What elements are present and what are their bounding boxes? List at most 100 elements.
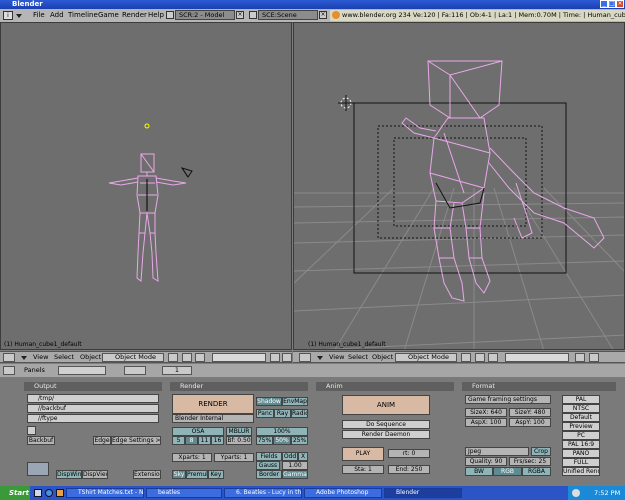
render-daemon-toggle[interactable]: Render Daemon [342, 430, 430, 439]
mode-select-2[interactable]: Object Mode [395, 353, 457, 362]
output-path-field[interactable]: /tmp/ [27, 394, 159, 403]
do-sequence-toggle[interactable]: Do Sequence [342, 420, 430, 429]
draw-type-icon[interactable] [168, 353, 178, 362]
lock-layers-icon[interactable] [270, 353, 280, 362]
game-framing-button[interactable]: Game framing settings [465, 395, 551, 404]
rgba-toggle[interactable]: RGBA [522, 467, 551, 476]
envmap-toggle[interactable]: EnvMap [282, 397, 308, 406]
taskbar-item-blender[interactable]: Blender [384, 488, 462, 498]
pano-toggle[interactable]: Panc [256, 409, 274, 418]
lock-layers-icon-2[interactable] [575, 353, 585, 362]
render-preview-icon-2[interactable] [589, 353, 599, 362]
header-collapse-icon-2[interactable] [317, 356, 323, 360]
osa-8[interactable]: 8 [185, 436, 198, 445]
preset-pc[interactable]: PC [562, 431, 600, 440]
menu-object[interactable]: Object [80, 353, 101, 362]
layer-buttons-2[interactable] [505, 353, 569, 362]
mblur-toggle[interactable]: MBLUR [226, 427, 252, 436]
screen-field[interactable]: SCR:2 - Model [175, 10, 235, 20]
bw-toggle[interactable]: BW [465, 467, 493, 476]
manipulator-icon[interactable] [195, 353, 205, 362]
radio-toggle[interactable]: Radio [291, 409, 308, 418]
preset-pano[interactable]: PANO [562, 449, 600, 458]
edge-settings-button[interactable]: Edge Settings >> [111, 436, 161, 445]
scene-browse-icon[interactable] [249, 11, 257, 19]
manipulator-icon-2[interactable] [488, 353, 498, 362]
rt-field[interactable]: rt: 0 [388, 449, 430, 458]
window-type-icon[interactable] [3, 353, 15, 362]
pivot-icon[interactable] [182, 353, 192, 362]
close-icon[interactable]: × [616, 0, 624, 8]
maximize-icon[interactable]: □ [608, 0, 616, 8]
x-toggle[interactable]: X [298, 452, 308, 461]
shadow-toggle[interactable]: Shadow [256, 397, 282, 406]
ftype-path-field[interactable]: //ftype [27, 414, 159, 423]
header-collapse-icon[interactable] [21, 356, 27, 360]
menu-add[interactable]: Add [50, 11, 64, 20]
menu-select-2[interactable]: Select [348, 353, 368, 362]
buttons-window-type-icon[interactable] [3, 366, 15, 375]
gamma-toggle[interactable]: Gamma [282, 470, 308, 479]
menu-object-2[interactable]: Object [372, 353, 393, 362]
unified-renderer-toggle[interactable]: Unified Rende [562, 467, 600, 476]
preset-full[interactable]: FULL [562, 458, 600, 467]
menu-render[interactable]: Render [122, 11, 147, 20]
menu-select[interactable]: Select [54, 353, 74, 362]
viewport-camera[interactable]: (1) Human_cube1_default [293, 22, 625, 350]
preset-ntsc[interactable]: NTSC [562, 404, 600, 413]
screen-delete-icon[interactable]: × [236, 11, 244, 19]
taskbar-item-beatles[interactable]: beatles [146, 488, 222, 498]
osa-16[interactable]: 16 [211, 436, 224, 445]
osa-5[interactable]: 5 [172, 436, 185, 445]
preset-preview[interactable]: Preview [562, 422, 600, 431]
size-75-button[interactable]: 75% [256, 436, 273, 445]
scene-field[interactable]: SCE:Scene [258, 10, 318, 20]
backbuf-path-field[interactable]: //backbuf [27, 404, 159, 413]
menu-view[interactable]: View [33, 353, 48, 362]
preset-default[interactable]: Default [562, 413, 600, 422]
menu-view-2[interactable]: View [329, 353, 344, 362]
draw-type-icon-2[interactable] [461, 353, 471, 362]
render-engine-select[interactable]: Blender Internal [172, 414, 254, 423]
xparts-field[interactable]: Xparts: 1 [172, 453, 212, 462]
taskbar-item-lucy[interactable]: 6. Beatles - Lucy in the sk... [224, 488, 302, 498]
scene-delete-icon[interactable]: × [319, 11, 327, 19]
sizey-field[interactable]: SizeY: 480 [509, 408, 551, 417]
preset-pal169[interactable]: PAL 16:9 [562, 440, 600, 449]
aspx-field[interactable]: AspX: 100 [465, 418, 507, 427]
pivot-icon-2[interactable] [475, 353, 485, 362]
sky-toggle[interactable]: Sky [172, 470, 186, 479]
ray-toggle[interactable]: Ray [274, 409, 291, 418]
size-50-button[interactable]: 50% [273, 436, 291, 445]
menu-game[interactable]: Game [98, 11, 119, 20]
osa-11[interactable]: 11 [198, 436, 211, 445]
window-type-icon-2[interactable] [299, 353, 311, 362]
volume-icon[interactable] [572, 489, 580, 497]
premul-toggle[interactable]: Premul [186, 470, 208, 479]
preset-pal[interactable]: PAL [562, 395, 600, 404]
taskbar-item-notepad[interactable]: TShirt Matches.txt - Note... [66, 488, 144, 498]
render-button[interactable]: RENDER [172, 394, 254, 414]
menu-panels[interactable]: Panels [24, 366, 45, 375]
context-buttons[interactable] [58, 366, 106, 375]
output-toggle[interactable] [27, 426, 36, 435]
odd-toggle[interactable]: Odd [282, 452, 298, 461]
menu-file[interactable]: File [33, 11, 45, 20]
edge-button[interactable]: Edge [93, 436, 111, 445]
dispwin-button[interactable]: DispWin [56, 470, 82, 479]
info-icon[interactable]: i [3, 11, 13, 20]
layer-buttons[interactable] [212, 353, 266, 362]
rgb-toggle[interactable]: RGB [493, 467, 522, 476]
yparts-field[interactable]: Yparts: 1 [214, 453, 254, 462]
file-format-select[interactable]: Jpeg [465, 447, 529, 456]
aspy-field[interactable]: AspY: 100 [509, 418, 551, 427]
quality-field[interactable]: Quality: 90 [465, 457, 507, 466]
start-button[interactable]: Start [0, 486, 30, 500]
screen-browse-icon[interactable] [166, 11, 174, 19]
key-toggle[interactable]: Key [208, 470, 224, 479]
border-toggle[interactable]: Border [256, 470, 282, 479]
menu-timeline[interactable]: Timeline [68, 11, 98, 20]
size-25-button[interactable]: 25% [291, 436, 308, 445]
quicklaunch-desktop-icon[interactable] [34, 489, 42, 497]
osa-toggle[interactable]: OSA [172, 427, 224, 436]
